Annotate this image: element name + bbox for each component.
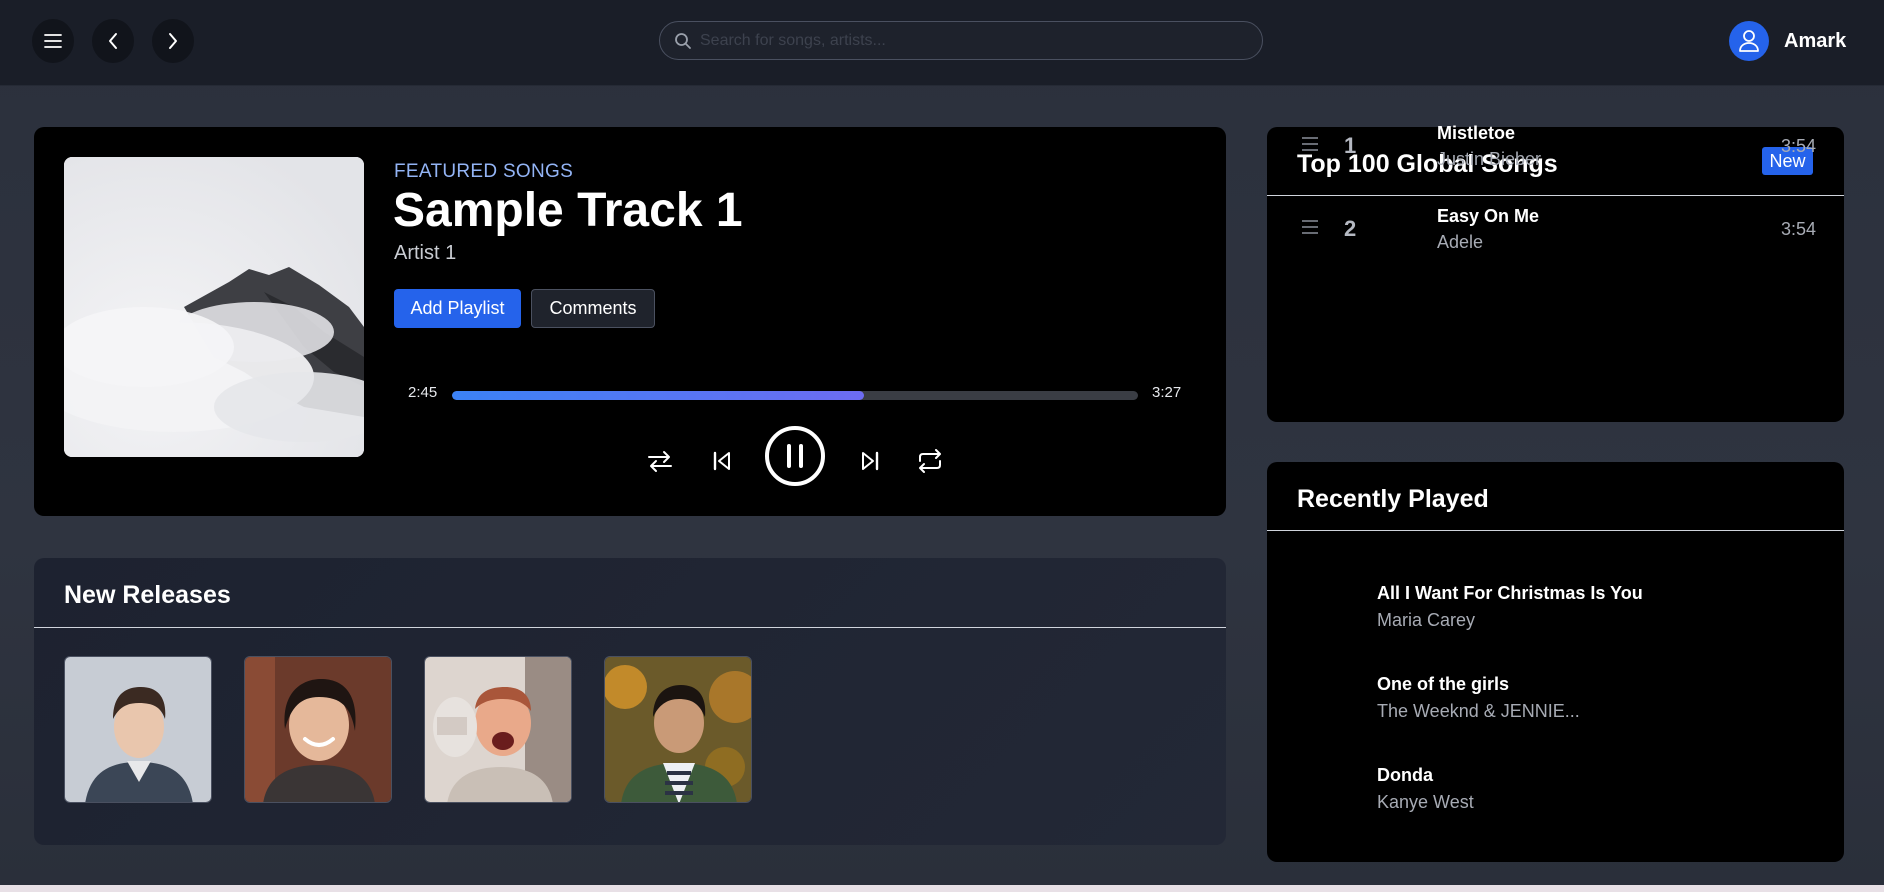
repeat-button[interactable] <box>912 443 948 479</box>
search-bar <box>659 21 1263 60</box>
song-artist: Maria Carey <box>1377 610 1476 630</box>
previous-icon <box>713 451 730 471</box>
release-thumbnail[interactable] <box>64 656 212 803</box>
release-thumbnail[interactable] <box>604 656 752 803</box>
divider <box>1267 195 1844 196</box>
user-icon <box>1739 30 1759 52</box>
track-artist: Artist 1 <box>394 242 457 264</box>
recently-played-panel: Recently Played All I Want For Christmas… <box>1267 462 1844 862</box>
song-title: All I Want For Christmas Is You <box>1377 583 1643 603</box>
track-title: Sample Track 1 <box>393 184 743 237</box>
featured-player: FEATURED SONGS Sample Track 1 Artist 1 A… <box>34 127 1226 516</box>
album-cover <box>64 157 364 457</box>
total-time: 3:27 <box>1152 384 1182 401</box>
song-artist: Kanye West <box>1377 792 1474 812</box>
repeat-icon <box>919 449 941 473</box>
chevron-right-icon <box>169 33 177 49</box>
song-title: One of the girls <box>1377 674 1510 694</box>
menu-icon <box>44 34 62 48</box>
pause-button[interactable] <box>764 425 826 487</box>
pause-icon <box>765 426 825 486</box>
shuffle-button[interactable] <box>642 443 678 479</box>
drag-handle-icon <box>1302 137 1318 151</box>
top-bar: Amark <box>0 0 1884 86</box>
divider <box>34 627 1226 628</box>
new-releases-section: New Releases <box>34 558 1226 845</box>
search-input[interactable] <box>700 31 1240 50</box>
divider <box>1267 530 1844 531</box>
add-playlist-button[interactable]: Add Playlist <box>394 289 521 328</box>
search-icon <box>675 32 691 49</box>
next-icon <box>862 451 879 471</box>
song-artist: Adele <box>1437 232 1484 252</box>
song-duration: 3:54 <box>1781 136 1817 156</box>
recently-played-title: Recently Played <box>1297 485 1489 513</box>
previous-button[interactable] <box>704 443 740 479</box>
song-artist: The Weeknd & JENNIE... <box>1377 701 1580 721</box>
song-title: Mistletoe <box>1437 123 1516 143</box>
song-title: Donda <box>1377 765 1433 785</box>
chevron-left-icon <box>109 33 117 49</box>
release-thumbnail[interactable] <box>244 656 392 803</box>
username[interactable]: Amark <box>1784 30 1846 53</box>
song-title: Easy On Me <box>1437 206 1540 226</box>
progress-bar[interactable] <box>452 391 1138 400</box>
back-button[interactable] <box>92 19 134 63</box>
forward-button[interactable] <box>152 19 194 63</box>
shuffle-icon <box>648 451 672 472</box>
drag-handle-icon <box>1302 220 1318 234</box>
progress-fill <box>452 391 864 400</box>
window-edge <box>0 885 1884 892</box>
top-songs-panel: Top 100 Global Songs New 1 Mistletoe Jus… <box>1267 123 1844 422</box>
song-duration: 3:54 <box>1781 219 1817 239</box>
rank: 1 <box>1344 133 1357 158</box>
avatar[interactable] <box>1729 21 1769 61</box>
new-releases-title: New Releases <box>64 581 231 609</box>
release-thumbnail[interactable] <box>424 656 572 803</box>
song-artist: Justin Bieber <box>1437 149 1542 169</box>
rank: 2 <box>1344 216 1357 241</box>
featured-label: FEATURED SONGS <box>394 161 574 182</box>
comments-button[interactable]: Comments <box>531 289 655 328</box>
next-button[interactable] <box>852 443 888 479</box>
current-time: 2:45 <box>408 384 438 401</box>
menu-button[interactable] <box>32 19 74 63</box>
